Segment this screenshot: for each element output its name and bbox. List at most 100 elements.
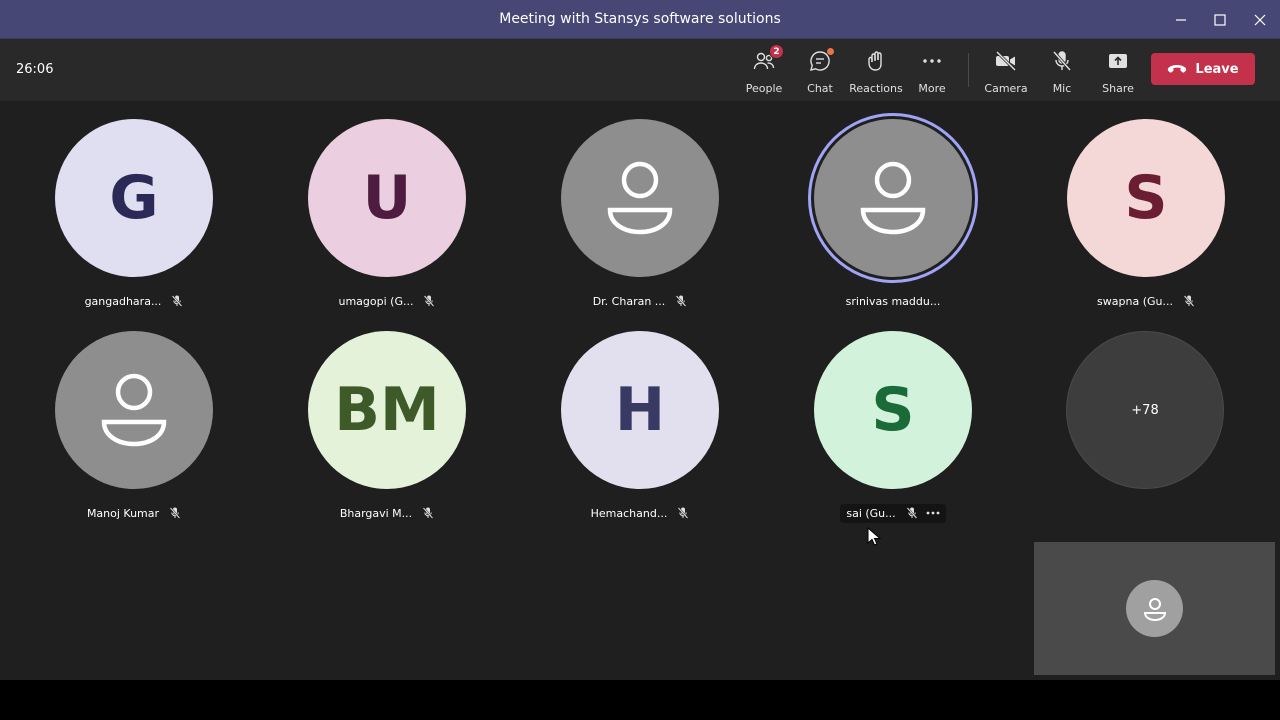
participant-tile[interactable]: srinivas maddu... [793, 119, 993, 329]
participant-name-row: srinivas maddu... [793, 291, 993, 311]
minimize-icon [1176, 18, 1186, 21]
participant-avatar: U [308, 119, 466, 277]
maximize-icon [1214, 13, 1226, 26]
chat-label: Chat [807, 82, 833, 95]
participant-name: Bhargavi M... [339, 506, 413, 520]
participant-name: Dr. Charan ... [592, 294, 666, 308]
participant-name-row: gangadhara... [34, 291, 234, 311]
participant-name-row: sai (Gu... [793, 503, 993, 523]
avatar-initials: BM [334, 375, 440, 445]
mic-muted-icon [676, 295, 687, 307]
more-icon [923, 59, 941, 63]
participant-name-row: Manoj Kumar [34, 503, 234, 523]
close-icon [1254, 14, 1266, 25]
hang-up-icon [1168, 65, 1187, 73]
mic-muted-icon [906, 507, 917, 519]
avatar-initials: G [109, 163, 159, 233]
leave-button[interactable]: Leave [1151, 53, 1255, 85]
participant-avatar-generic [55, 331, 213, 489]
mic-muted-indicator [906, 507, 918, 519]
mic-muted-icon [172, 295, 183, 307]
mic-muted-indicator [677, 507, 689, 519]
self-view[interactable] [1034, 542, 1275, 675]
maximize-button[interactable] [1200, 0, 1240, 39]
avatar-initials: S [871, 375, 915, 445]
people-label: People [745, 82, 783, 95]
share-label: Share [1102, 82, 1134, 95]
mic-muted-icon [678, 507, 689, 519]
mic-muted-icon [1183, 295, 1195, 307]
participant-avatar: BM [308, 331, 466, 489]
leave-label: Leave [1195, 61, 1239, 77]
participant-name-row: Hemachand... [540, 503, 740, 523]
participant-tile[interactable]: Sswapna (Gu... [1046, 119, 1246, 329]
participant-name: srinivas maddu... [845, 294, 941, 308]
person-icon [101, 373, 167, 447]
mouse-cursor-icon [867, 527, 881, 546]
avatar-initials: S [1124, 163, 1168, 233]
participant-name: gangadhara... [84, 294, 162, 308]
mic-muted-icon [169, 507, 181, 519]
avatar-initials: H [614, 375, 666, 445]
participant-tile[interactable]: Ggangadhara... [34, 119, 234, 329]
more-label: More [918, 82, 946, 95]
participant-tile[interactable]: H Hemachand... [540, 331, 740, 541]
participant-name: sai (Gu... [846, 506, 896, 520]
raise-hand-icon [868, 51, 882, 71]
person-icon [860, 161, 926, 235]
camera-off-icon [995, 50, 1017, 72]
title-bar: Meeting with Stansys software solutions [0, 0, 1280, 39]
participant-tile[interactable]: Uumagopi (G... [287, 119, 487, 329]
person-icon [1143, 597, 1166, 621]
meeting-timer: 26:06 [16, 62, 54, 77]
share-icon [1109, 54, 1127, 68]
participant-name-row: Dr. Charan ... [540, 291, 740, 311]
mic-muted-indicator [1183, 295, 1195, 307]
share-button[interactable]: Share [1090, 47, 1146, 95]
participant-name: Hemachand... [590, 506, 668, 520]
avatar-initials: U [362, 163, 412, 233]
camera-button[interactable]: Camera [978, 47, 1034, 95]
mic-label: Mic [1052, 82, 1072, 95]
meeting-window: Meeting with Stansys software solutions … [0, 0, 1280, 680]
participant-tile[interactable]: Dr. Charan ... [540, 119, 740, 329]
chat-button[interactable]: Chat [792, 47, 848, 95]
reactions-label: Reactions [849, 82, 903, 95]
participant-avatar-generic [561, 119, 719, 277]
mic-muted-icon [424, 295, 435, 307]
participant-avatar: G [55, 119, 213, 277]
mic-muted-indicator [423, 295, 435, 307]
participant-name: Manoj Kumar [86, 506, 160, 520]
people-button[interactable]: 2 People [736, 44, 792, 95]
minimize-button[interactable] [1161, 0, 1201, 39]
camera-label: Camera [984, 82, 1028, 95]
participant-avatar: S [1067, 119, 1225, 277]
participant-name: swapna (Gu... [1097, 294, 1173, 308]
reactions-button[interactable]: Reactions [848, 47, 904, 95]
mic-muted-indicator [422, 507, 434, 519]
participant-options-button[interactable] [926, 511, 940, 515]
participant-tile[interactable]: Ssai (Gu... [793, 331, 993, 541]
mic-muted-indicator [171, 295, 183, 307]
participant-avatar: H [561, 331, 719, 489]
self-avatar [1126, 580, 1183, 637]
toolbar-divider [968, 53, 969, 87]
mic-off-icon [1052, 51, 1072, 71]
participant-name-row: Bhargavi M... [287, 503, 487, 523]
mic-muted-indicator [169, 507, 181, 519]
meeting-toolbar: 26:06 2 People Chat Reactions More Camer… [0, 39, 1280, 101]
window-title: Meeting with Stansys software solutions [499, 11, 781, 27]
more-button[interactable]: More [904, 47, 960, 95]
close-button[interactable] [1240, 0, 1280, 39]
overflow-participants-tile[interactable]: +78 [1045, 331, 1245, 541]
people-count-badge: 2 [769, 44, 784, 59]
overflow-count[interactable]: +78 [1066, 331, 1224, 489]
participant-avatar: S [814, 331, 972, 489]
more-options-icon [926, 511, 940, 515]
participant-tile[interactable]: Manoj Kumar [34, 331, 234, 541]
participant-name: umagopi (G... [338, 294, 414, 308]
mic-button[interactable]: Mic [1034, 47, 1090, 95]
mic-muted-indicator [675, 295, 687, 307]
participant-tile[interactable]: BM Bhargavi M... [287, 331, 487, 541]
participant-name-row: umagopi (G... [287, 291, 487, 311]
